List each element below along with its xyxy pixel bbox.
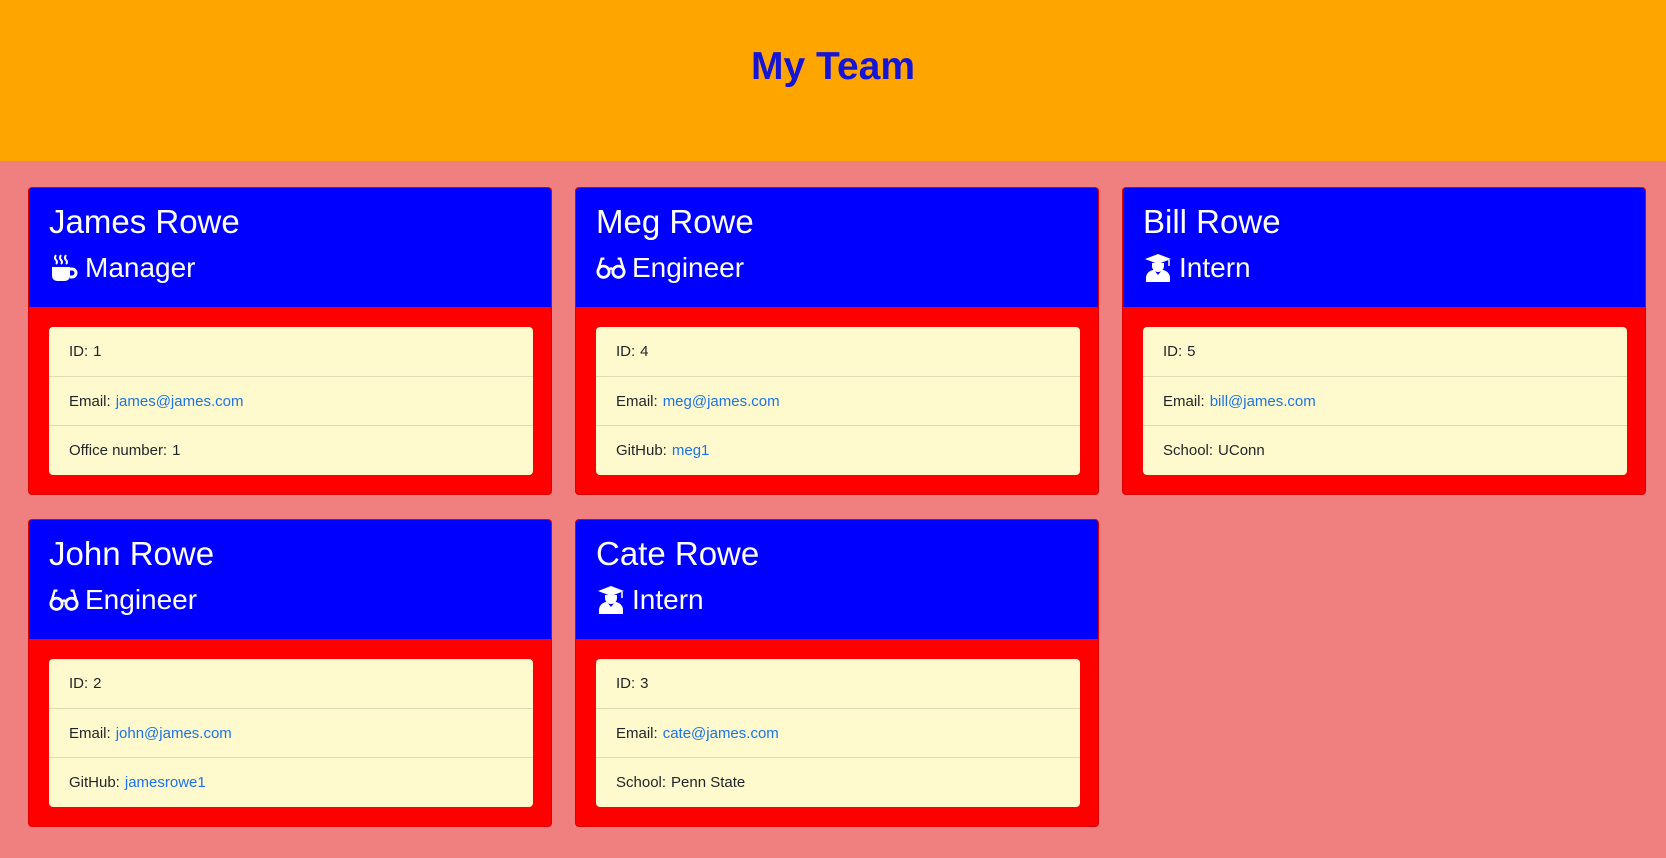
role-label: Engineer xyxy=(632,252,745,283)
id-row: ID: 4 xyxy=(596,327,1080,376)
id-value: 3 xyxy=(640,675,649,692)
id-label: ID: xyxy=(616,675,636,692)
employee-card: James Rowe Manager ID: 1 Email: james@ja… xyxy=(28,187,552,495)
card-header: John Rowe Engineer xyxy=(29,520,551,639)
school-value: UConn xyxy=(1218,441,1265,459)
id-row: ID: 5 xyxy=(1143,327,1627,376)
id-value: 2 xyxy=(93,675,102,692)
id-row: ID: 3 xyxy=(596,659,1080,708)
school-row: School: UConn xyxy=(1143,425,1627,474)
card-header: Cate Rowe Intern xyxy=(576,520,1098,639)
role-label: Intern xyxy=(1179,252,1251,283)
email-row: Email: cate@james.com xyxy=(596,708,1080,757)
employee-name: Bill Rowe xyxy=(1143,203,1281,240)
employee-card: John Rowe Engineer ID: 2 Email: john@jam… xyxy=(28,519,552,827)
glasses-icon xyxy=(49,585,79,615)
id-row: ID: 1 xyxy=(49,327,533,376)
id-value: 4 xyxy=(640,343,649,360)
office-value: 1 xyxy=(172,441,181,459)
id-label: ID: xyxy=(69,343,89,360)
info-list: ID: 5 Email: bill@james.com School: UCon… xyxy=(1143,327,1627,475)
employee-role: Engineer xyxy=(49,582,197,618)
id-label: ID: xyxy=(616,343,636,360)
github-label: GitHub: xyxy=(616,441,667,459)
card-header: Meg Rowe Engineer xyxy=(576,188,1098,307)
card-header: James Rowe Manager xyxy=(29,188,551,307)
email-label: Email: xyxy=(69,392,111,410)
email-link[interactable]: meg@james.com xyxy=(663,393,780,410)
role-label: Manager xyxy=(85,252,196,283)
id-label: ID: xyxy=(1163,343,1183,360)
page-title: My Team xyxy=(751,45,915,88)
graduate-icon xyxy=(596,585,626,615)
employee-card: Bill Rowe Intern ID: 5 Email: bill@james… xyxy=(1122,187,1646,495)
employee-role: Engineer xyxy=(596,250,744,286)
glasses-icon xyxy=(596,253,626,283)
info-list: ID: 1 Email: james@james.com Office numb… xyxy=(49,327,533,475)
email-link[interactable]: cate@james.com xyxy=(663,725,779,742)
id-row: ID: 2 xyxy=(49,659,533,708)
employee-name: John Rowe xyxy=(49,535,215,572)
email-label: Email: xyxy=(69,724,111,742)
email-link[interactable]: bill@james.com xyxy=(1210,393,1316,410)
employee-role: Manager xyxy=(49,250,196,286)
office-label: Office number: xyxy=(69,441,168,459)
email-link[interactable]: john@james.com xyxy=(116,725,232,742)
email-row: Email: bill@james.com xyxy=(1143,376,1627,425)
email-row: Email: meg@james.com xyxy=(596,376,1080,425)
employee-name: Cate Rowe xyxy=(596,535,760,572)
info-list: ID: 4 Email: meg@james.com GitHub: meg1 xyxy=(596,327,1080,475)
school-label: School: xyxy=(616,773,667,791)
employee-role: Intern xyxy=(1143,250,1251,286)
id-value: 1 xyxy=(93,343,102,360)
github-row: GitHub: jamesrowe1 xyxy=(49,757,533,806)
employee-name: James Rowe xyxy=(49,203,240,240)
mug-icon xyxy=(49,253,79,283)
employee-name: Meg Rowe xyxy=(596,203,754,240)
school-row: School: Penn State xyxy=(596,757,1080,806)
email-link[interactable]: james@james.com xyxy=(116,393,244,410)
page-header: My Team xyxy=(0,0,1666,161)
id-value: 5 xyxy=(1187,343,1196,360)
graduate-icon xyxy=(1143,253,1173,283)
github-row: GitHub: meg1 xyxy=(596,425,1080,474)
school-label: School: xyxy=(1163,441,1214,459)
email-row: Email: john@james.com xyxy=(49,708,533,757)
info-list: ID: 3 Email: cate@james.com School: Penn… xyxy=(596,659,1080,807)
email-row: Email: james@james.com xyxy=(49,376,533,425)
office-row: Office number: 1 xyxy=(49,425,533,474)
email-label: Email: xyxy=(1163,392,1205,410)
employee-card: Meg Rowe Engineer ID: 4 Email: meg@james… xyxy=(575,187,1099,495)
github-link[interactable]: jamesrowe1 xyxy=(125,774,206,791)
email-label: Email: xyxy=(616,392,658,410)
employee-card: Cate Rowe Intern ID: 3 Email: cate@james… xyxy=(575,519,1099,827)
email-label: Email: xyxy=(616,724,658,742)
id-label: ID: xyxy=(69,675,89,692)
role-label: Engineer xyxy=(85,584,198,615)
role-label: Intern xyxy=(632,584,704,615)
github-link[interactable]: meg1 xyxy=(672,442,710,459)
info-list: ID: 2 Email: john@james.com GitHub: jame… xyxy=(49,659,533,807)
card-header: Bill Rowe Intern xyxy=(1123,188,1645,307)
employee-role: Intern xyxy=(596,582,704,618)
github-label: GitHub: xyxy=(69,773,120,791)
school-value: Penn State xyxy=(671,773,746,791)
